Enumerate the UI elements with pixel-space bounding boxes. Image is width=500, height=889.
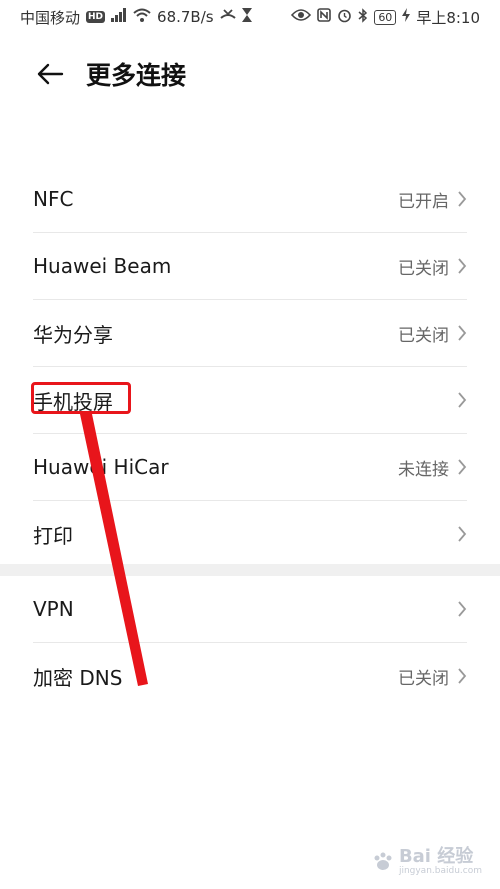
watermark-url: jingyan.baidu.com	[398, 866, 482, 877]
paw-logo-icon	[374, 852, 392, 871]
watermark-text: Bai 经验	[398, 846, 474, 868]
annotation-arrow	[80, 414, 148, 686]
watermark: Bai 经验 jingyan.baidu.com	[371, 847, 482, 877]
